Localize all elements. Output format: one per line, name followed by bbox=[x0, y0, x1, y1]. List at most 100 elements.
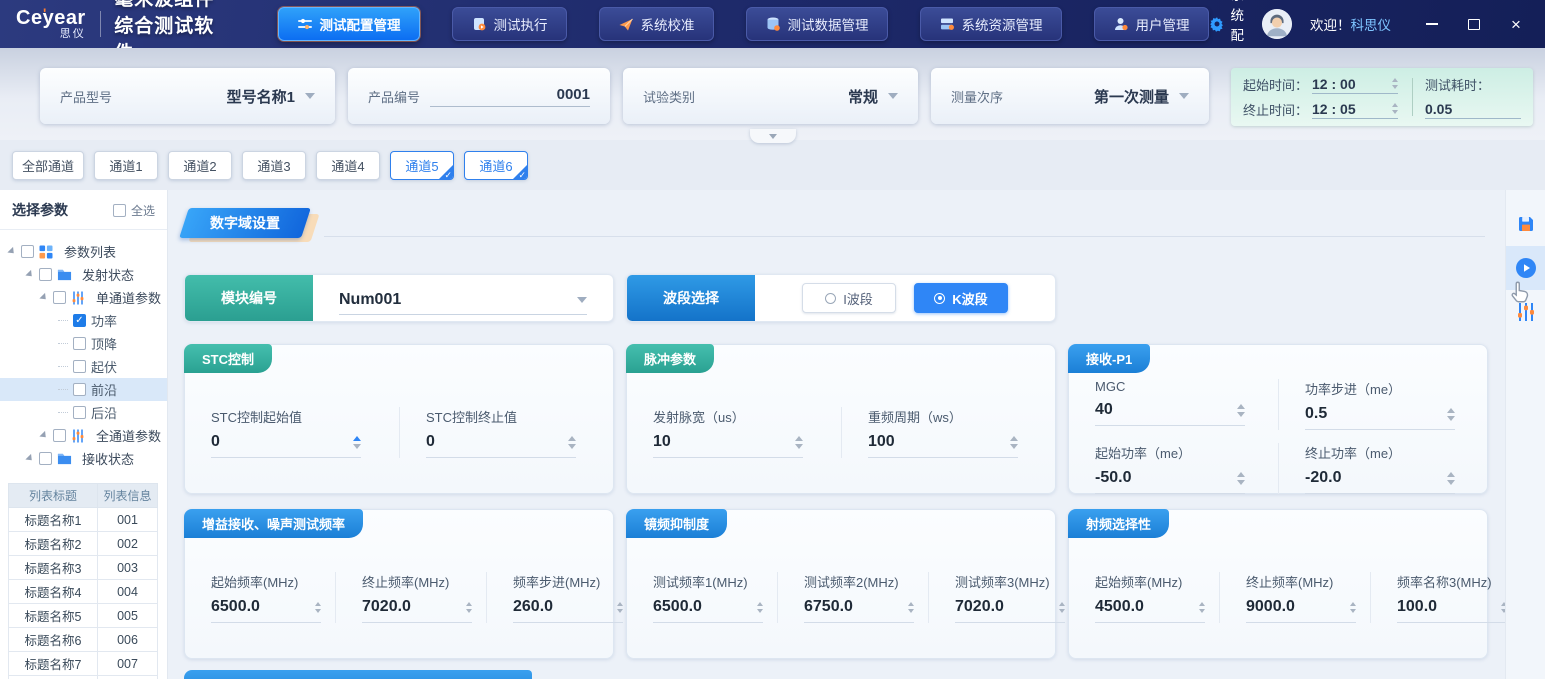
value-input[interactable]: 6500.0 bbox=[653, 598, 702, 616]
nav-tab-test-data[interactable]: 测试数据管理 bbox=[746, 7, 888, 41]
expander-icon[interactable] bbox=[25, 270, 34, 279]
checkbox[interactable] bbox=[53, 291, 66, 304]
value-input[interactable]: 0.5 bbox=[1305, 405, 1327, 423]
checkbox[interactable] bbox=[53, 429, 66, 442]
module-number-dropdown[interactable]: Num001 bbox=[339, 291, 587, 315]
checkbox[interactable] bbox=[73, 406, 86, 419]
checkbox[interactable] bbox=[39, 452, 52, 465]
avatar[interactable] bbox=[1262, 9, 1292, 39]
channel-tab-4[interactable]: 通道4 bbox=[316, 151, 380, 180]
parameters-button[interactable] bbox=[1506, 290, 1545, 334]
value-input[interactable]: -20.0 bbox=[1305, 469, 1341, 487]
value-input[interactable]: 100.0 bbox=[1397, 598, 1437, 616]
select-all-control[interactable]: 全选 bbox=[113, 202, 155, 219]
tree-node-all-channel-params[interactable]: 全通道参数 bbox=[0, 424, 167, 447]
value-input[interactable]: 260.0 bbox=[513, 598, 553, 616]
value-input[interactable]: 4500.0 bbox=[1095, 598, 1144, 616]
tree-leaf-droop[interactable]: 顶降 bbox=[0, 332, 167, 355]
spinner[interactable] bbox=[1350, 602, 1356, 613]
measure-order-dropdown[interactable]: 第一次测量 bbox=[1094, 86, 1189, 107]
product-number-input[interactable]: 0001 bbox=[430, 86, 590, 107]
value-input[interactable]: 100 bbox=[868, 433, 895, 451]
table-row: 标题名称1001 bbox=[9, 508, 158, 532]
nav-tab-user-management[interactable]: 用户管理 bbox=[1094, 7, 1209, 41]
checkbox[interactable] bbox=[21, 245, 34, 258]
channel-tab-2[interactable]: 通道2 bbox=[168, 151, 232, 180]
expander-icon[interactable] bbox=[25, 454, 34, 463]
spinner[interactable] bbox=[1447, 472, 1455, 485]
value-input[interactable]: 7020.0 bbox=[362, 598, 411, 616]
card-title: STC控制 bbox=[184, 344, 272, 373]
value-input[interactable]: 9000.0 bbox=[1246, 598, 1295, 616]
maximize-button[interactable] bbox=[1465, 15, 1483, 33]
channel-tab-all[interactable]: 全部通道 bbox=[12, 151, 84, 180]
tree-node-receive-state[interactable]: 接收状态 bbox=[0, 447, 167, 470]
run-button[interactable] bbox=[1506, 246, 1545, 290]
save-button[interactable] bbox=[1506, 202, 1545, 246]
value-input[interactable]: 0 bbox=[211, 433, 220, 451]
spinner[interactable] bbox=[1237, 472, 1245, 485]
nav-tab-system-calibration[interactable]: 系统校准 bbox=[599, 7, 714, 41]
collapse-handle[interactable] bbox=[750, 129, 796, 143]
tree-node-transmit-state[interactable]: 发射状态 bbox=[0, 263, 167, 286]
expander-icon[interactable] bbox=[39, 293, 48, 302]
spinner[interactable] bbox=[315, 602, 321, 613]
spinner[interactable] bbox=[617, 602, 623, 613]
tree-node-param-list[interactable]: 参数列表 bbox=[0, 240, 167, 263]
field-label: 试验类别 bbox=[643, 87, 695, 106]
card-title: 接收-P1 bbox=[1068, 344, 1150, 373]
end-time-spinner[interactable] bbox=[1392, 103, 1398, 114]
checkbox[interactable] bbox=[73, 383, 86, 396]
nav-tab-test-run[interactable]: 测试执行 bbox=[452, 7, 567, 41]
value-input[interactable]: 0 bbox=[426, 433, 435, 451]
checkbox[interactable] bbox=[39, 268, 52, 281]
band-option-k[interactable]: K波段 bbox=[914, 283, 1008, 313]
chevron-down-icon bbox=[769, 134, 777, 139]
product-model-dropdown[interactable]: 型号名称1 bbox=[227, 86, 315, 107]
spinner[interactable] bbox=[1010, 436, 1018, 449]
grid-icon bbox=[39, 245, 54, 259]
expander-icon[interactable] bbox=[7, 247, 16, 256]
spinner[interactable] bbox=[757, 602, 763, 613]
channel-tab-3[interactable]: 通道3 bbox=[242, 151, 306, 180]
channel-tab-6[interactable]: 通道6✓ bbox=[464, 151, 528, 180]
checkbox[interactable] bbox=[73, 360, 86, 373]
start-time-input[interactable]: 12 : 00 bbox=[1312, 76, 1398, 94]
nav-tab-system-resources[interactable]: 系统资源管理 bbox=[920, 7, 1062, 41]
spinner[interactable] bbox=[1059, 602, 1065, 613]
spinner[interactable] bbox=[466, 602, 472, 613]
spinner[interactable] bbox=[1447, 408, 1455, 421]
start-time-spinner[interactable] bbox=[1392, 78, 1398, 89]
checkbox-checked[interactable]: ✓ bbox=[73, 314, 86, 327]
spinner[interactable] bbox=[1237, 404, 1245, 417]
spinner[interactable] bbox=[568, 436, 576, 449]
value-input[interactable]: 10 bbox=[653, 433, 671, 451]
spinner-up-button bbox=[568, 436, 576, 441]
end-time-input[interactable]: 12 : 05 bbox=[1312, 101, 1398, 119]
tree-leaf-ripple[interactable]: 起伏 bbox=[0, 355, 167, 378]
body: 选择参数 全选 参数列表 发射状态 bbox=[0, 190, 1545, 679]
tree-leaf-power[interactable]: ✓ 功率 bbox=[0, 309, 167, 332]
nav-tab-test-config[interactable]: 测试配置管理 bbox=[278, 7, 420, 41]
channel-tab-1[interactable]: 通道1 bbox=[94, 151, 158, 180]
spinner[interactable] bbox=[1199, 602, 1205, 613]
spinner[interactable] bbox=[908, 602, 914, 613]
test-category-dropdown[interactable]: 常规 bbox=[848, 86, 898, 107]
value-input[interactable]: 7020.0 bbox=[955, 598, 1004, 616]
close-button[interactable]: × bbox=[1507, 15, 1525, 33]
spinner[interactable] bbox=[795, 436, 803, 449]
tree-node-single-channel-params[interactable]: 单通道参数 bbox=[0, 286, 167, 309]
select-all-checkbox[interactable] bbox=[113, 204, 126, 217]
value-input[interactable]: 6500.0 bbox=[211, 598, 260, 616]
value-input[interactable]: 6750.0 bbox=[804, 598, 853, 616]
checkbox[interactable] bbox=[73, 337, 86, 350]
expander-icon[interactable] bbox=[39, 431, 48, 440]
value-input[interactable]: -50.0 bbox=[1095, 469, 1131, 487]
channel-tab-5[interactable]: 通道5✓ bbox=[390, 151, 454, 180]
tree-leaf-rising-edge[interactable]: 前沿 bbox=[0, 378, 167, 401]
spinner[interactable] bbox=[353, 436, 361, 449]
tree-leaf-falling-edge[interactable]: 后沿 bbox=[0, 401, 167, 424]
value-input[interactable]: 40 bbox=[1095, 401, 1113, 419]
minimize-button[interactable] bbox=[1423, 15, 1441, 33]
band-option-i[interactable]: I波段 bbox=[802, 283, 896, 313]
